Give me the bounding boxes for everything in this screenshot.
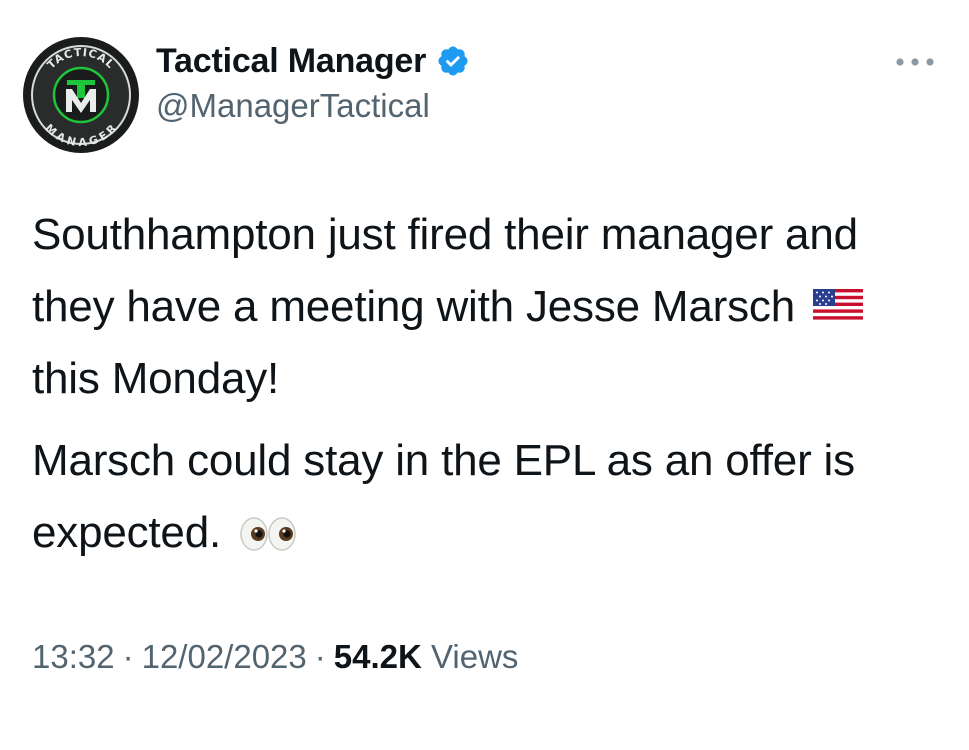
separator-dot: · [122,638,134,675]
views-label: Views [431,638,519,675]
tweet-text-part: this Monday! [32,354,280,403]
separator-dot: · [314,638,326,675]
tweet-date[interactable]: 12/02/2023 [142,638,307,675]
handle[interactable]: @ManagerTactical [156,89,430,122]
display-name[interactable]: Tactical Manager [156,44,426,78]
views-count: 54.2K [333,638,422,675]
tweet-paragraph-1: Southhampton just fired their manager an… [32,199,932,415]
tweet-paragraph-2: Marsch could stay in the EPL as an offer… [32,425,932,569]
eyes-emoji [239,501,297,551]
us-flag-emoji [812,273,863,323]
more-horizontal-icon[interactable] [893,52,937,72]
tweet-text: Southhampton just fired their manager an… [32,199,932,569]
tweet-time[interactable]: 13:32 [32,638,115,675]
tweet-text-part: Southhampton just fired their manager an… [32,210,858,331]
name-row: Tactical Manager [156,44,470,78]
tweet-meta: 13:32 · 12/02/2023 · 54.2K Views [32,640,518,673]
tweet-text-part: Marsch could stay in the EPL as an offer… [32,436,855,557]
avatar[interactable]: TACTICAL MANAGER [22,36,140,154]
verified-badge-icon [436,44,470,78]
